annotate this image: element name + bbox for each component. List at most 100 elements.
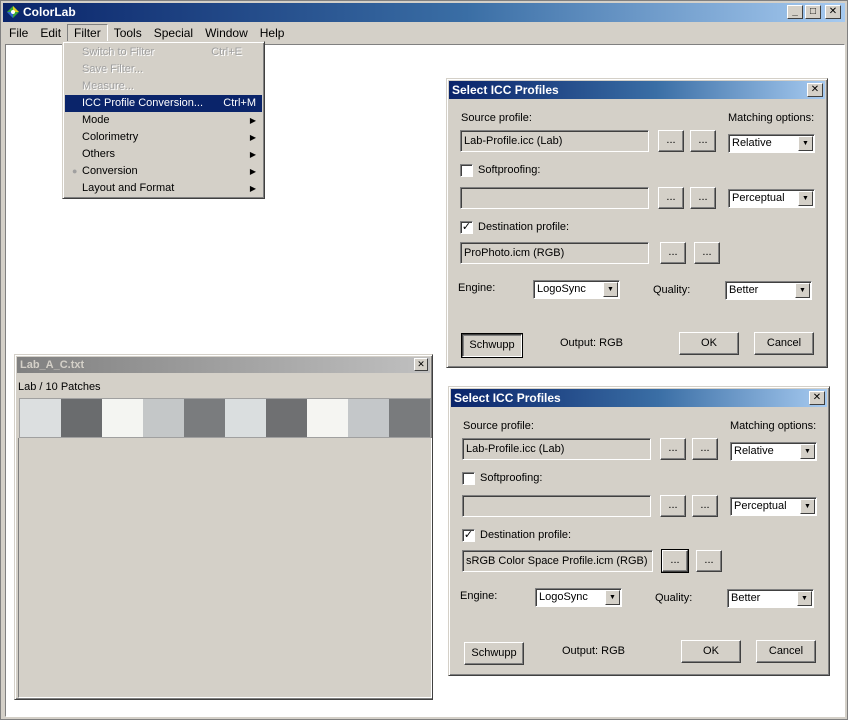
source-browse-button[interactable]: ... [660,438,686,460]
rendering-intent-select[interactable]: Perceptual ▼ [728,189,815,208]
menu-item-switch-to-filter[interactable]: Switch to Filter Ctrl+E [65,44,262,61]
color-patch[interactable] [20,399,61,437]
document-titlebar[interactable]: Lab_A_C.txt ✕ [17,357,430,373]
menu-item-colorimetry[interactable]: Colorimetry ▶ [65,129,262,146]
menu-item-label: Conversion [82,165,138,177]
destination-profile-checkbox[interactable]: ✓ [462,529,475,542]
menu-item-save-filter[interactable]: Save Filter... [65,61,262,78]
schwupp-button[interactable]: Schwupp [464,642,524,665]
menu-item-shortcut: Ctrl+M [223,97,256,109]
document-close-button[interactable]: ✕ [414,358,428,371]
matching-options-select[interactable]: Relative ▼ [728,134,815,153]
color-patch[interactable] [102,399,143,437]
submenu-arrow-icon: ▶ [249,150,256,159]
menu-edit[interactable]: Edit [34,24,67,42]
destination-browse-button[interactable]: ... [660,242,686,264]
destination-browse-button[interactable]: ... [661,549,689,573]
softproof-browse-button[interactable]: ... [658,187,684,209]
menu-item-layout-and-format[interactable]: Layout and Format ▶ [65,180,262,197]
dialog-title: Select ICC Profiles [454,391,561,405]
chevron-down-icon[interactable]: ▼ [800,444,815,459]
color-patch[interactable] [143,399,184,437]
dialog-titlebar[interactable]: Select ICC Profiles ✕ [451,389,827,407]
chevron-down-icon[interactable]: ▼ [603,282,618,297]
select-value: LogoSync [539,591,588,603]
softproofing-checkbox[interactable] [462,472,475,485]
chevron-down-icon[interactable]: ▼ [798,136,813,151]
softproofing-checkbox[interactable] [460,164,473,177]
menu-file[interactable]: File [3,24,34,42]
menu-special[interactable]: Special [148,24,199,42]
color-patch[interactable] [307,399,348,437]
icc-profiles-dialog: Select ICC Profiles ✕ Source profile: Ma… [448,386,830,676]
quality-select[interactable]: Better ▼ [725,281,812,300]
ok-button[interactable]: OK [679,332,739,355]
ok-button[interactable]: OK [681,640,741,663]
color-patch[interactable] [184,399,225,437]
select-value: Better [729,284,759,296]
menu-item-measure[interactable]: Measure... [65,78,262,95]
menu-item-conversion[interactable]: ● Conversion ▶ [65,163,262,180]
menu-window[interactable]: Window [199,24,254,42]
destination-profile-checkbox[interactable]: ✓ [460,221,473,234]
dialog-close-button[interactable]: ✕ [807,83,823,97]
color-patch[interactable] [61,399,102,437]
menu-tools[interactable]: Tools [108,24,148,42]
destination-browse-button-2[interactable]: ... [696,550,722,572]
engine-label: Engine: [458,282,496,294]
dialog-titlebar[interactable]: Select ICC Profiles ✕ [449,81,825,99]
matching-options-label: Matching options: [728,112,815,124]
engine-select[interactable]: LogoSync ▼ [533,280,620,299]
maximize-button[interactable]: □ [805,5,821,19]
matching-options-label: Matching options: [730,420,817,432]
softproof-browse-button-2[interactable]: ... [692,495,718,517]
schwupp-button[interactable]: Schwupp [461,333,523,358]
select-value: Better [731,592,761,604]
rendering-intent-select[interactable]: Perceptual ▼ [730,497,817,516]
quality-select[interactable]: Better ▼ [727,589,814,608]
minimize-button[interactable]: _ [787,5,803,19]
source-browse-button-2[interactable]: ... [690,130,716,152]
matching-options-select[interactable]: Relative ▼ [730,442,817,461]
select-value: Relative [734,445,774,457]
source-browse-button-2[interactable]: ... [692,438,718,460]
softproofing-field[interactable] [460,187,649,209]
dialog-close-button[interactable]: ✕ [809,391,825,405]
quality-label: Quality: [653,284,691,296]
source-profile-label: Source profile: [463,420,534,432]
menu-item-mode[interactable]: Mode ▶ [65,112,262,129]
menu-item-label: Switch to Filter [82,46,155,58]
menu-item-others[interactable]: Others ▶ [65,146,262,163]
softproof-browse-button-2[interactable]: ... [690,187,716,209]
chevron-down-icon[interactable]: ▼ [795,283,810,298]
color-patch[interactable] [225,399,266,437]
document-title: Lab_A_C.txt [20,359,85,371]
main-titlebar[interactable]: ColorLab _ □ ✕ [3,3,845,22]
color-patch[interactable] [348,399,389,437]
destination-profile-field[interactable]: sRGB Color Space Profile.icm (RGB) [462,550,653,572]
destination-browse-button-2[interactable]: ... [694,242,720,264]
softproof-browse-button[interactable]: ... [660,495,686,517]
chevron-down-icon[interactable]: ▼ [798,191,813,206]
menu-help[interactable]: Help [254,24,291,42]
color-patch[interactable] [389,399,430,437]
chevron-down-icon[interactable]: ▼ [800,499,815,514]
source-browse-button[interactable]: ... [658,130,684,152]
cancel-button[interactable]: Cancel [756,640,816,663]
destination-profile-field[interactable]: ProPhoto.icm (RGB) [460,242,649,264]
engine-select[interactable]: LogoSync ▼ [535,588,622,607]
color-patch[interactable] [266,399,307,437]
chevron-down-icon[interactable]: ▼ [797,591,812,606]
menu-item-label: Save Filter... [82,63,144,75]
chevron-down-icon[interactable]: ▼ [605,590,620,605]
source-profile-field[interactable]: Lab-Profile.icc (Lab) [460,130,649,152]
softproofing-label: Softproofing: [478,164,541,176]
softproofing-field[interactable] [462,495,651,517]
menu-item-icc-profile-conversion[interactable]: ICC Profile Conversion... Ctrl+M [65,95,262,112]
close-button[interactable]: ✕ [825,5,841,19]
cancel-button[interactable]: Cancel [754,332,814,355]
menu-filter[interactable]: Filter [67,23,108,42]
source-profile-field[interactable]: Lab-Profile.icc (Lab) [462,438,651,460]
document-window: Lab_A_C.txt ✕ Lab / 10 Patches [14,354,433,700]
filter-menu: Switch to Filter Ctrl+E Save Filter... M… [62,41,265,199]
